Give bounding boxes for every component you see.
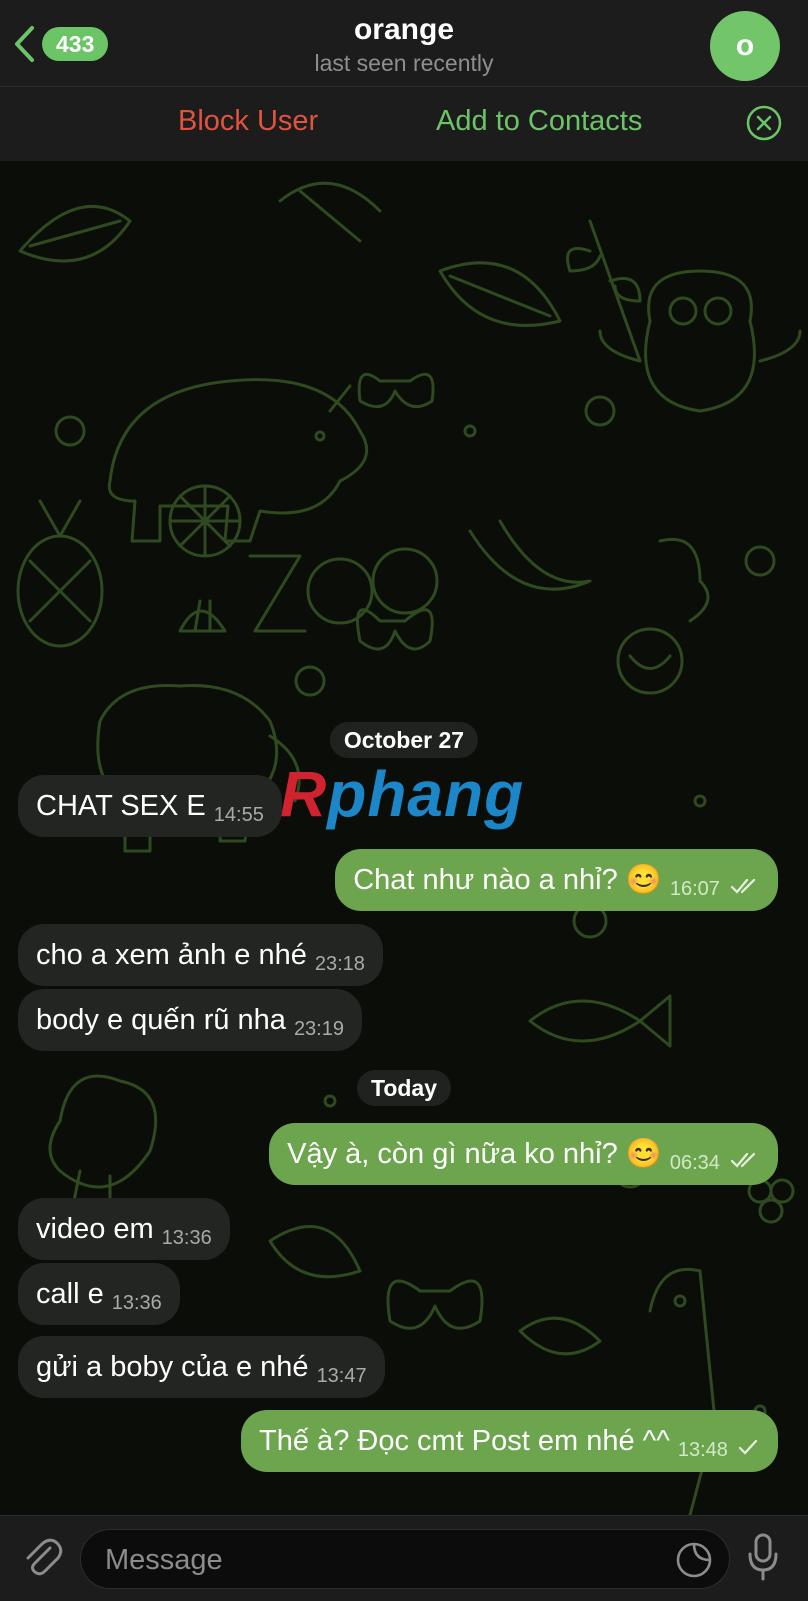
message-text: Thế à? Đọc cmt Post em nhé ^^ — [259, 1425, 670, 1457]
message-text: Chat như nào a nhỉ? 😊 — [353, 864, 662, 896]
message-time: 14:55 — [213, 804, 264, 826]
message-text: CHAT SEX E — [36, 790, 206, 822]
message-text: gửi a boby của e nhé — [36, 1351, 309, 1383]
double-check-icon — [730, 878, 756, 894]
message-time: 23:19 — [293, 1018, 344, 1040]
incoming-message[interactable]: CHAT SEX E 14:55 — [18, 775, 282, 837]
watermark-logo: Rphang — [280, 758, 525, 830]
message-time: 06:34 — [669, 1152, 720, 1174]
message-text: body e quến rũ nha — [36, 1004, 286, 1036]
message-time: 13:36 — [111, 1292, 162, 1314]
chat-header: 433 orange last seen recently o — [0, 0, 808, 87]
message-text: call e — [36, 1278, 104, 1310]
chat-messages-area[interactable]: October 27 Rphang CHAT SEX E 14:55 Chat n… — [0, 161, 808, 1515]
add-to-contacts-button[interactable]: Add to Contacts — [436, 105, 642, 138]
sticker-icon[interactable] — [675, 1541, 713, 1579]
date-separator: October 27 — [329, 722, 479, 758]
close-circle-icon[interactable] — [746, 105, 782, 141]
message-text: cho a xem ảnh e nhé — [36, 939, 307, 971]
contact-action-bar: Block User Add to Contacts — [0, 87, 808, 161]
double-check-icon — [730, 1152, 756, 1168]
last-seen-status: last seen recently — [314, 50, 494, 76]
microphone-icon[interactable] — [746, 1532, 780, 1582]
message-time: 13:47 — [316, 1365, 367, 1387]
message-field[interactable] — [80, 1529, 730, 1590]
incoming-message[interactable]: body e quến rũ nha 23:19 — [18, 989, 362, 1051]
outgoing-message[interactable]: Thế à? Đọc cmt Post em nhé ^^ 13:48 — [241, 1410, 778, 1472]
incoming-message[interactable]: gửi a boby của e nhé 13:47 — [18, 1336, 385, 1398]
message-time: 13:36 — [161, 1227, 212, 1249]
message-time: 16:07 — [669, 878, 720, 900]
incoming-message[interactable]: call e 13:36 — [18, 1263, 180, 1325]
message-time: 23:18 — [314, 953, 365, 975]
message-input[interactable] — [103, 1530, 647, 1590]
message-time: 13:48 — [677, 1439, 728, 1461]
message-composer — [0, 1515, 808, 1601]
incoming-message[interactable]: cho a xem ảnh e nhé 23:18 — [18, 924, 383, 986]
chat-title: orange — [353, 13, 455, 46]
incoming-message[interactable]: video em 13:36 — [18, 1198, 230, 1260]
avatar[interactable]: o — [710, 11, 780, 81]
outgoing-message[interactable]: Chat như nào a nhỉ? 😊 16:07 — [335, 849, 778, 911]
message-text: Vậy à, còn gì nữa ko nhỉ? 😊 — [287, 1138, 662, 1170]
single-check-icon — [738, 1439, 758, 1455]
message-text: video em — [36, 1213, 154, 1245]
date-separator: Today — [356, 1070, 452, 1106]
paperclip-icon[interactable] — [20, 1534, 64, 1578]
chat-title-area[interactable]: orange last seen recently — [0, 12, 808, 78]
outgoing-message[interactable]: Vậy à, còn gì nữa ko nhỉ? 😊 06:34 — [269, 1123, 778, 1185]
block-user-button[interactable]: Block User — [178, 105, 318, 138]
